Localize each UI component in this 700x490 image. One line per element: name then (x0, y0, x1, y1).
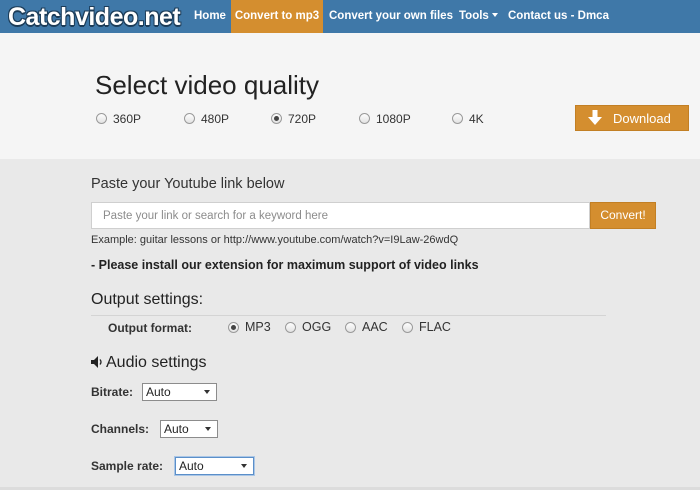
quality-radio-4k[interactable] (452, 113, 463, 124)
quality-title: Select video quality (95, 70, 320, 100)
link-example-text: Example: guitar lessons or http://www.yo… (91, 234, 459, 246)
quality-radio-480p[interactable] (184, 113, 195, 124)
caret-down-icon (491, 13, 498, 17)
output-divider (91, 315, 606, 316)
quality-radio-1080p[interactable] (359, 113, 370, 124)
format-radio-mp3[interactable] (228, 322, 239, 333)
caret-down-icon (241, 464, 247, 468)
format-radio-ogg[interactable] (285, 322, 296, 333)
sample-rate-label: Sample rate: (91, 459, 164, 473)
format-radio-flac[interactable] (402, 322, 413, 333)
bitrate-select[interactable]: Auto (142, 383, 217, 401)
quality-radio-360p[interactable] (96, 113, 107, 124)
quality-label-4k[interactable]: 4K (469, 112, 484, 126)
download-button-label: Download (613, 111, 671, 126)
download-button[interactable]: Download (575, 105, 689, 131)
output-settings-heading: Output settings: (91, 291, 204, 308)
extension-notice: - Please install our extension for maxim… (91, 258, 479, 272)
nav-convert-to-mp3[interactable]: Convert to mp3 (231, 0, 323, 33)
format-label-mp3[interactable]: MP3 (245, 320, 271, 334)
bitrate-select-value: Auto (146, 385, 171, 399)
top-navbar: Catchvideo.net Home Convert to mp3 Conve… (0, 0, 700, 33)
caret-down-icon (204, 390, 210, 394)
format-label-flac[interactable]: FLAC (419, 320, 451, 334)
convert-button[interactable]: Convert! (590, 202, 656, 229)
quality-label-480p[interactable]: 480P (201, 112, 229, 126)
channels-select[interactable]: Auto (160, 420, 218, 438)
sample-rate-select-value: Auto (179, 459, 204, 473)
nav-convert-own-files[interactable]: Convert your own files (329, 0, 453, 33)
speaker-icon (91, 356, 102, 368)
site-logo[interactable]: Catchvideo.net (8, 3, 181, 32)
channels-select-value: Auto (164, 422, 189, 436)
output-format-label: Output format: (108, 321, 192, 335)
quality-radio-720p[interactable] (271, 113, 282, 124)
bitrate-label: Bitrate: (91, 385, 134, 399)
nav-tools[interactable]: Tools (459, 0, 498, 33)
format-label-aac[interactable]: AAC (362, 320, 388, 334)
nav-contact-dmca[interactable]: Contact us - Dmca (508, 0, 609, 33)
nav-tools-label: Tools (459, 10, 489, 22)
audio-settings-heading: Audio settings (91, 354, 207, 372)
format-radio-aac[interactable] (345, 322, 356, 333)
sample-rate-select[interactable]: Auto (175, 457, 254, 475)
channels-label: Channels: (91, 422, 150, 436)
quality-label-360p[interactable]: 360P (113, 112, 141, 126)
format-label-ogg[interactable]: OGG (302, 320, 331, 334)
audio-settings-title: Audio settings (106, 354, 207, 371)
quality-label-720p[interactable]: 720P (288, 112, 316, 126)
download-arrow-icon (588, 110, 602, 125)
link-label: Paste your Youtube link below (91, 176, 285, 192)
nav-home[interactable]: Home (194, 0, 226, 33)
quality-label-1080p[interactable]: 1080P (376, 112, 411, 126)
link-search-input[interactable] (91, 202, 590, 229)
caret-down-icon (205, 427, 211, 431)
